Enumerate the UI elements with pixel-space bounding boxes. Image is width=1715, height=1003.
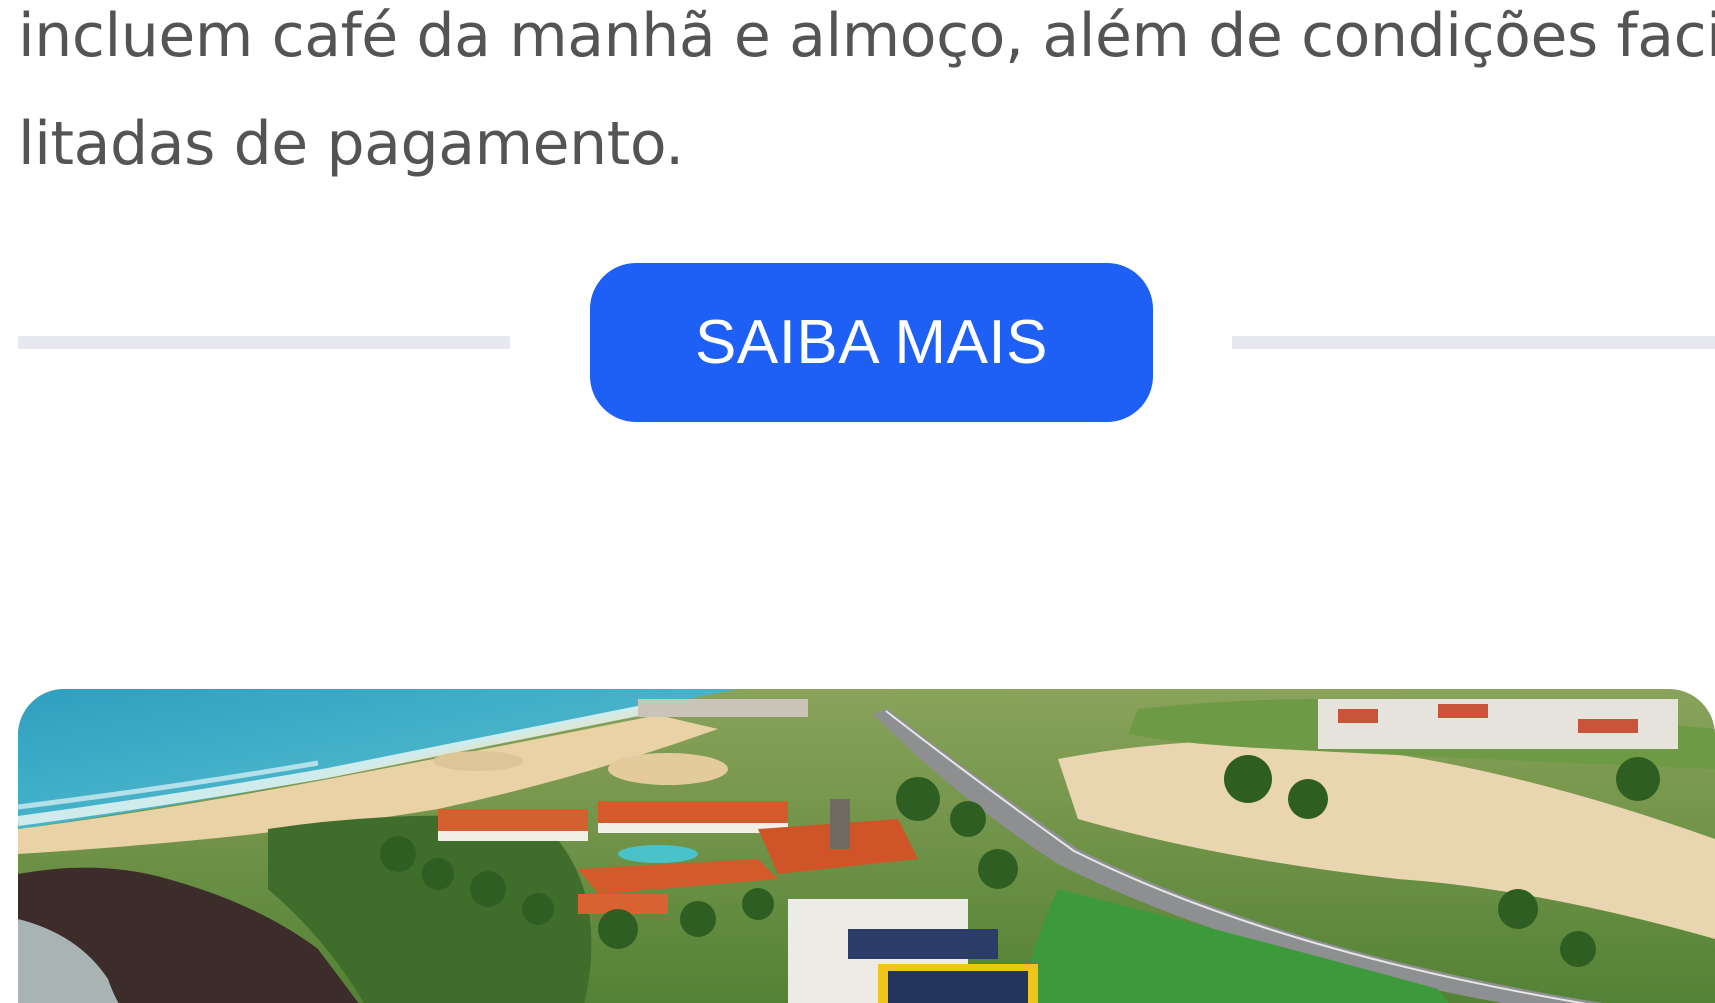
left-divider (18, 336, 510, 349)
right-divider (1232, 336, 1715, 349)
description-line: incluem café da manhã e almoço, além de … (18, 1, 1715, 71)
description-paragraph: incluem café da manhã e almoço, além de … (18, 0, 1715, 198)
page: incluem café da manhã e almoço, além de … (0, 0, 1715, 1003)
aerial-resort-photo (18, 689, 1715, 1003)
description-line: litadas de pagamento. (18, 109, 684, 179)
saiba-mais-button[interactable]: SAIBA MAIS (590, 263, 1153, 422)
